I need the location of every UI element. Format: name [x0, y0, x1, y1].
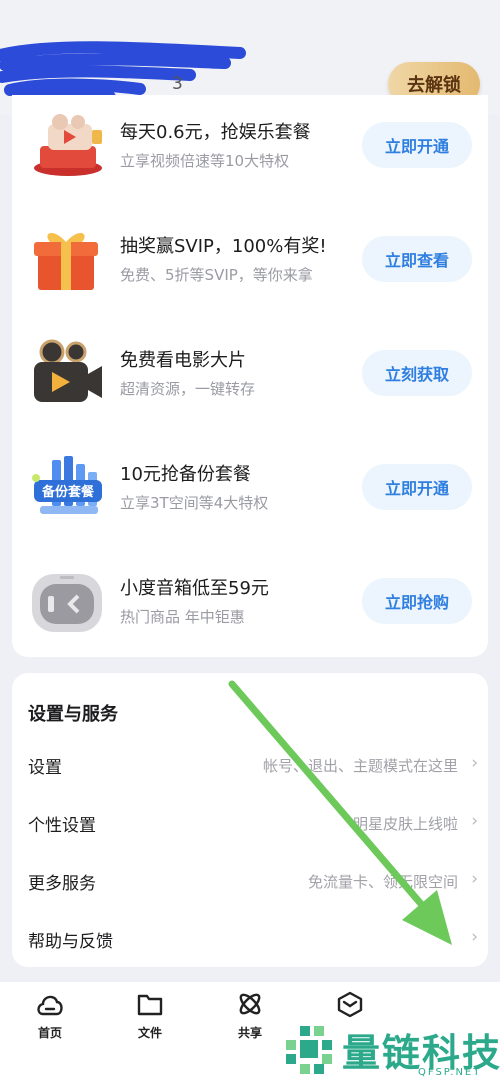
chevron-right-icon: ›	[471, 753, 478, 773]
promo-subtitle: 超清资源，一键转存	[120, 380, 256, 398]
promo-item[interactable]: 免费看电影大片 超清资源，一键转存 立刻获取	[12, 338, 488, 408]
chevron-right-icon: ›	[471, 869, 478, 889]
row-description: 明星皮肤上线啦	[352, 815, 458, 833]
nav-label: 文件	[137, 1026, 162, 1040]
svg-text:备份套餐: 备份套餐	[41, 484, 95, 500]
nav-files[interactable]: 文件	[120, 990, 180, 1050]
promo-item[interactable]: 抽奖赢SVIP，100%有奖! 免费、5折等SVIP，等你来拿 立即查看	[12, 224, 488, 294]
promo-subtitle: 立享3T空间等4大特权	[120, 494, 269, 512]
watermark-logo: 量链科技 QFSP.NET	[280, 1022, 500, 1082]
settings-row-help-feedback[interactable]: 帮助与反馈 ›	[12, 914, 488, 964]
share-atom-icon	[239, 993, 261, 1015]
settings-row-settings[interactable]: 设置 帐号、退出、主题模式在这里 ›	[12, 740, 488, 790]
promo-item[interactable]: 小度音箱低至59元 热门商品 年中钜惠 立即抢购	[12, 566, 488, 636]
promo-list: 每天0.6元，抢娱乐套餐 立享视频倍速等10大特权 立即开通 抽奖赢SVIP，1…	[12, 95, 488, 657]
settings-row-personalization[interactable]: 个性设置 明星皮肤上线啦 ›	[12, 798, 488, 848]
promo-item[interactable]: 备份套餐 10元抢备份套餐 立享3T空间等4大特权 立即开通	[12, 452, 488, 522]
movie-camera-icon	[34, 339, 102, 402]
nav-label: 共享	[237, 1026, 262, 1040]
row-description: 免流量卡、领无限空间	[307, 873, 458, 891]
video-package-icon	[34, 114, 102, 176]
watermark-pixel-icon	[286, 1026, 332, 1074]
row-label: 更多服务	[28, 874, 96, 894]
promo-title: 小度音箱低至59元	[120, 578, 269, 599]
promo-action-button[interactable]: 立即查看	[362, 236, 472, 282]
speaker-icon	[32, 574, 102, 632]
row-label: 设置	[28, 758, 62, 778]
promo-title: 免费看电影大片	[120, 350, 246, 371]
folder-icon	[137, 994, 163, 1016]
section-title: 设置与服务	[28, 704, 118, 725]
promo-action-button[interactable]: 立即开通	[362, 122, 472, 168]
settings-and-services: 设置与服务 设置 帐号、退出、主题模式在这里 › 个性设置 明星皮肤上线啦 › …	[12, 673, 488, 967]
promo-item[interactable]: 每天0.6元，抢娱乐套餐 立享视频倍速等10大特权 立即开通	[12, 110, 488, 180]
gift-box-icon	[34, 232, 98, 290]
home-cloud-icon	[37, 995, 63, 1016]
promo-action-button[interactable]: 立即抢购	[362, 578, 472, 624]
nav-home[interactable]: 首页	[20, 990, 80, 1050]
promo-action-button[interactable]: 立刻获取	[362, 350, 472, 396]
promo-subtitle: 免费、5折等SVIP，等你来拿	[120, 266, 313, 284]
nav-share[interactable]: 共享	[220, 990, 280, 1050]
settings-row-more-services[interactable]: 更多服务 免流量卡、领无限空间 ›	[12, 856, 488, 906]
promo-subtitle: 立享视频倍速等10大特权	[120, 152, 290, 170]
promo-title: 抽奖赢SVIP，100%有奖!	[120, 236, 327, 257]
promo-subtitle: 热门商品 年中钜惠	[120, 608, 245, 626]
nav-label: 首页	[37, 1026, 62, 1040]
row-label: 帮助与反馈	[28, 932, 113, 952]
chevron-right-icon: ›	[471, 811, 478, 831]
chevron-right-icon: ›	[471, 927, 478, 947]
row-label: 个性设置	[28, 816, 96, 836]
row-description: 帐号、退出、主题模式在这里	[262, 757, 458, 775]
promo-action-button[interactable]: 立即开通	[362, 464, 472, 510]
watermark-url: QFSP.NET	[418, 1067, 482, 1078]
box-icon	[337, 991, 363, 1018]
promo-title: 10元抢备份套餐	[120, 464, 251, 485]
backup-package-icon: 备份套餐	[32, 456, 102, 514]
header-title-fragment: 3	[172, 74, 183, 94]
promo-title: 每天0.6元，抢娱乐套餐	[120, 122, 311, 143]
